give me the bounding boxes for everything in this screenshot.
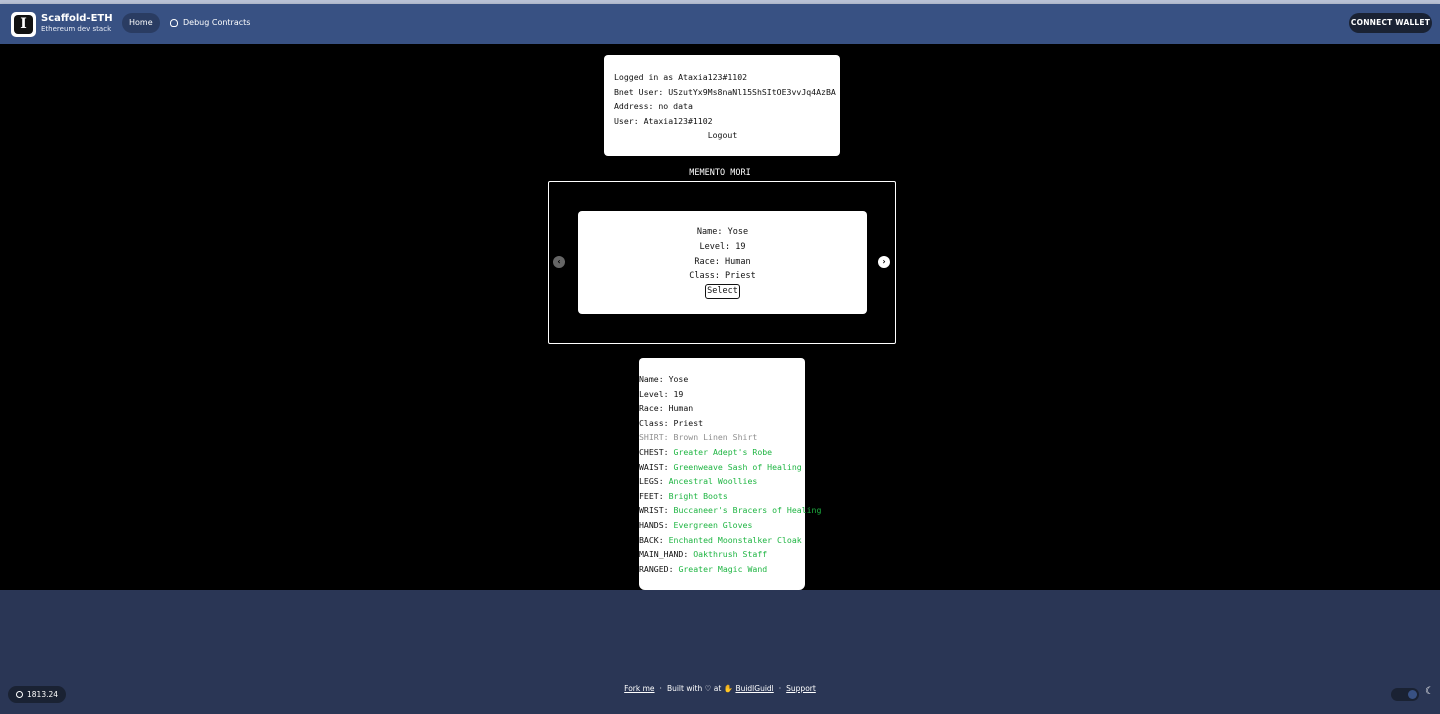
- nav-debug-label: Debug Contracts: [183, 18, 251, 27]
- connect-wallet-button[interactable]: CONNECT WALLET: [1349, 13, 1432, 33]
- hand-icon: ✋: [723, 684, 734, 693]
- card-class: Class: Priest: [689, 271, 756, 282]
- logout-button[interactable]: Logout: [614, 128, 831, 143]
- brand-title: Scaffold-ETH: [41, 13, 113, 24]
- brand-subtitle: Ethereum dev stack: [41, 25, 112, 33]
- nav-home[interactable]: Home: [122, 13, 160, 33]
- gear-slot: WAIST:: [639, 461, 669, 472]
- nav-debug-contracts[interactable]: Debug Contracts: [170, 13, 250, 33]
- gear-slot: SHIRT:: [639, 432, 669, 443]
- gear-row: CHEST: Greater Adept's Robe: [639, 445, 805, 460]
- gear-slot: CHEST:: [639, 446, 669, 457]
- logo[interactable]: I: [11, 12, 36, 37]
- main-content: Logged in as Ataxia123#1102 Bnet User: U…: [0, 44, 1440, 590]
- separator: ·: [778, 684, 782, 693]
- moon-icon: ☾: [1425, 686, 1434, 697]
- gear-row: LEGS: Ancestral Woollies: [639, 474, 805, 489]
- at-text: at: [713, 684, 722, 693]
- address: Address: no data: [614, 101, 693, 111]
- gear-slot: LEGS:: [639, 476, 664, 487]
- bnet-user: Bnet User: USzutYx9Ms8naNl15ShSItOE3vvJq…: [614, 86, 836, 97]
- character-details: Name: Yose Level: 19 Race: Human Class: …: [639, 358, 821, 590]
- support-link[interactable]: Support: [786, 684, 816, 693]
- card-race: Race: Human: [694, 256, 751, 267]
- card-level: Level: 19: [699, 241, 746, 252]
- gear-item[interactable]: Greenweave Sash of Healing: [674, 462, 802, 472]
- heart-icon: ♡: [704, 684, 712, 693]
- select-button[interactable]: Select: [705, 284, 740, 300]
- gear-row: RANGED: Greater Magic Wand: [639, 562, 805, 577]
- gear-row: SHIRT: Brown Linen Shirt: [639, 430, 805, 445]
- character-card: Name: Yose Level: 19 Race: Human Class: …: [578, 211, 867, 314]
- gear-item[interactable]: Evergreen Gloves: [674, 520, 753, 530]
- theme-toggle[interactable]: [1391, 688, 1419, 701]
- card-name: Name: Yose: [696, 227, 749, 237]
- gear-item[interactable]: Oakthrush Staff: [693, 549, 767, 559]
- separator: ·: [659, 684, 662, 693]
- gear-slot: FEET:: [639, 490, 664, 501]
- gear-row: BACK: Enchanted Moonstalker Cloak: [639, 533, 805, 548]
- bug-icon: [170, 19, 178, 27]
- gear-list: SHIRT: Brown Linen Shirt CHEST: Greater A…: [639, 430, 821, 577]
- toggle-knob: [1408, 690, 1417, 699]
- details-name: Name: Yose: [639, 374, 689, 384]
- gear-item[interactable]: Enchanted Moonstalker Cloak: [669, 535, 802, 545]
- gear-row: FEET: Bright Boots: [639, 489, 805, 504]
- character-carousel: ‹ Name: Yose Level: 19 Race: Human Class…: [548, 181, 896, 344]
- gear-row: WRIST: Buccaneer's Bracers of Healing: [639, 503, 821, 518]
- gear-slot: RANGED:: [639, 563, 674, 574]
- next-arrow-icon[interactable]: ›: [878, 256, 890, 268]
- gear-item[interactable]: Greater Adept's Robe: [674, 447, 773, 457]
- built-with-text: Built with: [666, 684, 703, 693]
- gear-slot: MAIN_HAND:: [639, 549, 689, 560]
- gear-row: WAIST: Greenweave Sash of Healing: [639, 460, 805, 475]
- fork-me-link[interactable]: Fork me: [624, 684, 654, 693]
- gear-row: HANDS: Evergreen Gloves: [639, 518, 805, 533]
- logged-in-as: Logged in as Ataxia123#1102: [614, 72, 748, 82]
- login-panel: Logged in as Ataxia123#1102 Bnet User: U…: [604, 55, 840, 156]
- footer-links: Fork me · Built with ♡ at ✋ BuidlGuidl · Sup…: [0, 684, 1440, 693]
- buidlguidl-link[interactable]: BuidlGuidl: [735, 684, 773, 693]
- gear-row: MAIN_HAND: Oakthrush Staff: [639, 547, 805, 562]
- section-title: MEMENTO MORI: [689, 168, 751, 178]
- gear-item[interactable]: Ancestral Woollies: [669, 476, 758, 486]
- gear-item[interactable]: Greater Magic Wand: [678, 564, 767, 574]
- gear-slot: WRIST:: [639, 505, 669, 516]
- details-level: Level: 19: [639, 388, 684, 399]
- details-class: Class: Priest: [639, 417, 704, 428]
- gear-item[interactable]: Brown Linen Shirt: [674, 432, 758, 442]
- details-race: Race: Human: [639, 403, 694, 414]
- gear-item[interactable]: Bright Boots: [669, 491, 728, 501]
- prev-arrow-icon[interactable]: ‹: [553, 256, 565, 268]
- logo-icon: I: [14, 15, 33, 34]
- app-header: I Scaffold-ETH Ethereum dev stack Home D…: [0, 4, 1440, 44]
- user: User: Ataxia123#1102: [614, 115, 713, 126]
- gear-slot: HANDS:: [639, 519, 669, 530]
- gear-slot: BACK:: [639, 534, 664, 545]
- gear-item[interactable]: Buccaneer's Bracers of Healing: [674, 505, 822, 515]
